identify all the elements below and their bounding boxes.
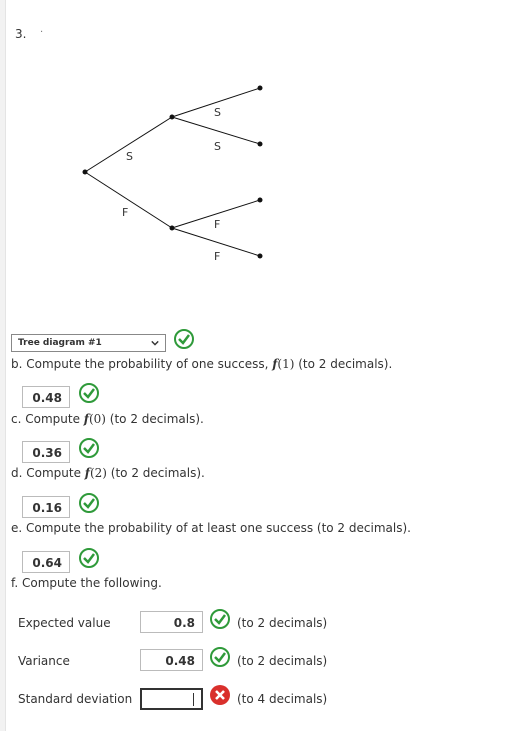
check-circle-icon (79, 493, 99, 513)
tree-label-s: S (126, 150, 133, 163)
tree-branch (84, 116, 173, 173)
check-circle-icon (79, 548, 99, 568)
check-circle-icon (210, 647, 230, 667)
tree-node (257, 253, 263, 259)
tree-label-f: F (122, 206, 128, 219)
tree-diagram-select-value: Tree diagram #1 (18, 338, 102, 348)
tree-node (257, 85, 263, 91)
tree-label-s: S (214, 140, 221, 153)
standard-deviation-input[interactable] (140, 688, 203, 710)
answer-d[interactable]: 0.16 (22, 496, 70, 518)
variance-label: Variance (18, 654, 70, 668)
question-c: c. Compute f(0) (to 2 decimals). (11, 412, 204, 426)
tree-branch (84, 171, 173, 229)
question-b: b. Compute the probability of one succes… (11, 357, 393, 371)
tree-label-s: S (214, 106, 221, 119)
check-circle-icon (210, 609, 230, 629)
left-margin-bar (0, 0, 6, 731)
question-marker: · (40, 27, 44, 38)
x-circle-icon (210, 685, 230, 705)
question-e: e. Compute the probability of at least o… (11, 521, 411, 535)
answer-c[interactable]: 0.36 (22, 441, 70, 463)
tree-diagram-select[interactable]: Tree diagram #1 (11, 334, 166, 352)
tree-node (82, 169, 88, 175)
tree-diagram: S F S S F F (82, 85, 263, 263)
text-cursor (193, 693, 194, 706)
expected-value-hint: (to 2 decimals) (237, 616, 328, 630)
tree-node (257, 197, 263, 203)
check-circle-icon (79, 383, 99, 403)
standard-deviation-label: Standard deviation (18, 692, 133, 706)
variance-input[interactable]: 0.48 (140, 649, 203, 671)
answer-b[interactable]: 0.48 (22, 386, 70, 408)
answer-e[interactable]: 0.64 (22, 551, 70, 573)
variance-hint: (to 2 decimals) (237, 654, 328, 668)
check-circle-icon (79, 438, 99, 458)
check-circle-icon (174, 329, 194, 349)
question-d: d. Compute f(2) (to 2 decimals). (11, 466, 205, 480)
tree-label-f: F (214, 250, 220, 263)
question-f: f. Compute the following. (11, 576, 162, 590)
tree-label-f: F (214, 218, 220, 231)
expected-value-input[interactable]: 0.8 (140, 611, 203, 633)
question-number: 3. (15, 27, 27, 41)
standard-deviation-hint: (to 4 decimals) (237, 692, 328, 706)
tree-node (169, 114, 175, 120)
tree-node (169, 225, 175, 231)
tree-node (257, 141, 263, 147)
expected-value-label: Expected value (18, 616, 111, 630)
chevron-down-icon (151, 340, 159, 346)
